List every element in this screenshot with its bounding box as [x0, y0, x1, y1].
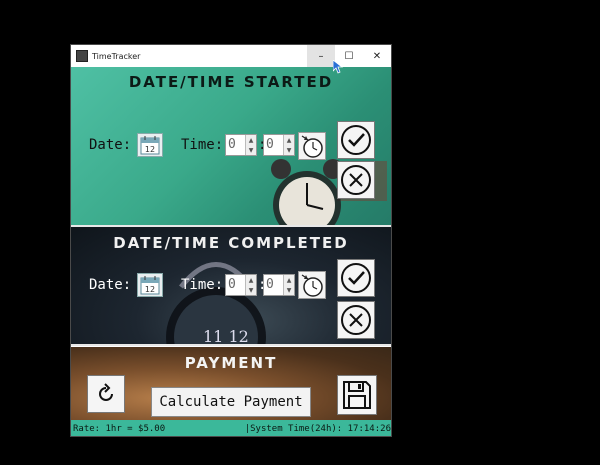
app-window: TimeTracker – ☐ ✕ Date/Time Started Date…: [70, 44, 392, 437]
minimize-button[interactable]: –: [307, 45, 335, 67]
completed-date-label: Date:: [89, 277, 132, 293]
calculate-payment-button[interactable]: Calculate Payment: [151, 387, 311, 417]
clock-icon: [301, 274, 323, 297]
completed-hours-value[interactable]: 0: [226, 275, 245, 295]
minutes-up-arrow-icon[interactable]: ▲: [284, 135, 294, 145]
completed-panel: 11 12 Date/Time Completed Date: 12 Time:…: [71, 227, 391, 344]
started-hours-spinner[interactable]: 0 ▲ ▼: [225, 134, 257, 156]
minutes-up-arrow-icon[interactable]: ▲: [284, 275, 294, 285]
minutes-down-arrow-icon[interactable]: ▼: [284, 145, 294, 155]
x-icon: [341, 305, 371, 335]
completed-confirm-button[interactable]: [337, 259, 375, 297]
started-confirm-button[interactable]: [337, 121, 375, 159]
title-bar: TimeTracker – ☐ ✕: [71, 45, 391, 67]
calendar-icon: 12: [140, 276, 160, 295]
system-time: |System Time(24h): 17:14:26: [244, 424, 391, 434]
rate-label: Rate: 1hr = $5.00: [73, 424, 166, 434]
completed-now-button[interactable]: [298, 271, 326, 299]
close-button[interactable]: ✕: [363, 45, 391, 67]
hours-down-arrow-icon[interactable]: ▼: [246, 285, 256, 295]
completed-hours-spinner[interactable]: 0 ▲ ▼: [225, 274, 257, 296]
completed-title: Date/Time Completed: [113, 234, 349, 252]
svg-text:12: 12: [145, 285, 155, 294]
completed-time-label: Time:: [181, 277, 224, 293]
payment-title: Payment: [184, 354, 278, 372]
refresh-icon: [99, 383, 113, 401]
started-minutes-spinner[interactable]: 0 ▲ ▼: [263, 134, 295, 156]
app-icon: [76, 50, 88, 62]
clock-icon: [301, 135, 323, 158]
started-title: Date/Time Started: [128, 73, 334, 91]
svg-text:12: 12: [145, 145, 155, 154]
started-hours-value[interactable]: 0: [226, 135, 245, 155]
completed-minutes-value[interactable]: 0: [264, 275, 283, 295]
status-bar: Rate: 1hr = $5.00 |System Time(24h): 17:…: [71, 420, 391, 436]
calendar-icon: 12: [140, 136, 160, 155]
hours-up-arrow-icon[interactable]: ▲: [246, 275, 256, 285]
hours-up-arrow-icon[interactable]: ▲: [246, 135, 256, 145]
started-minutes-value[interactable]: 0: [264, 135, 283, 155]
started-panel: Date/Time Started Date: 12 Time: 0 ▲▼ : …: [71, 67, 391, 225]
divider: [71, 344, 391, 346]
reset-button[interactable]: [87, 375, 125, 413]
started-time-label: Time:: [181, 137, 224, 153]
completed-date-button[interactable]: 12: [137, 273, 163, 297]
started-now-button[interactable]: [298, 132, 326, 160]
completed-cancel-button[interactable]: [337, 301, 375, 339]
hours-down-arrow-icon[interactable]: ▼: [246, 145, 256, 155]
completed-minutes-spinner[interactable]: 0 ▲ ▼: [263, 274, 295, 296]
started-date-label: Date:: [89, 137, 132, 153]
save-button[interactable]: [337, 375, 377, 415]
svg-text:11 12: 11 12: [203, 327, 249, 344]
check-icon: [341, 125, 371, 155]
x-icon: [341, 165, 371, 195]
mouse-cursor-icon: [333, 60, 343, 74]
started-date-button[interactable]: 12: [137, 133, 163, 157]
check-icon: [341, 263, 371, 293]
started-cancel-button[interactable]: [337, 161, 375, 199]
floppy-disk-icon: [343, 381, 371, 409]
window-title: TimeTracker: [92, 51, 141, 61]
alarm-clock-decoration: 11 12: [166, 262, 266, 344]
minutes-down-arrow-icon[interactable]: ▼: [284, 285, 294, 295]
